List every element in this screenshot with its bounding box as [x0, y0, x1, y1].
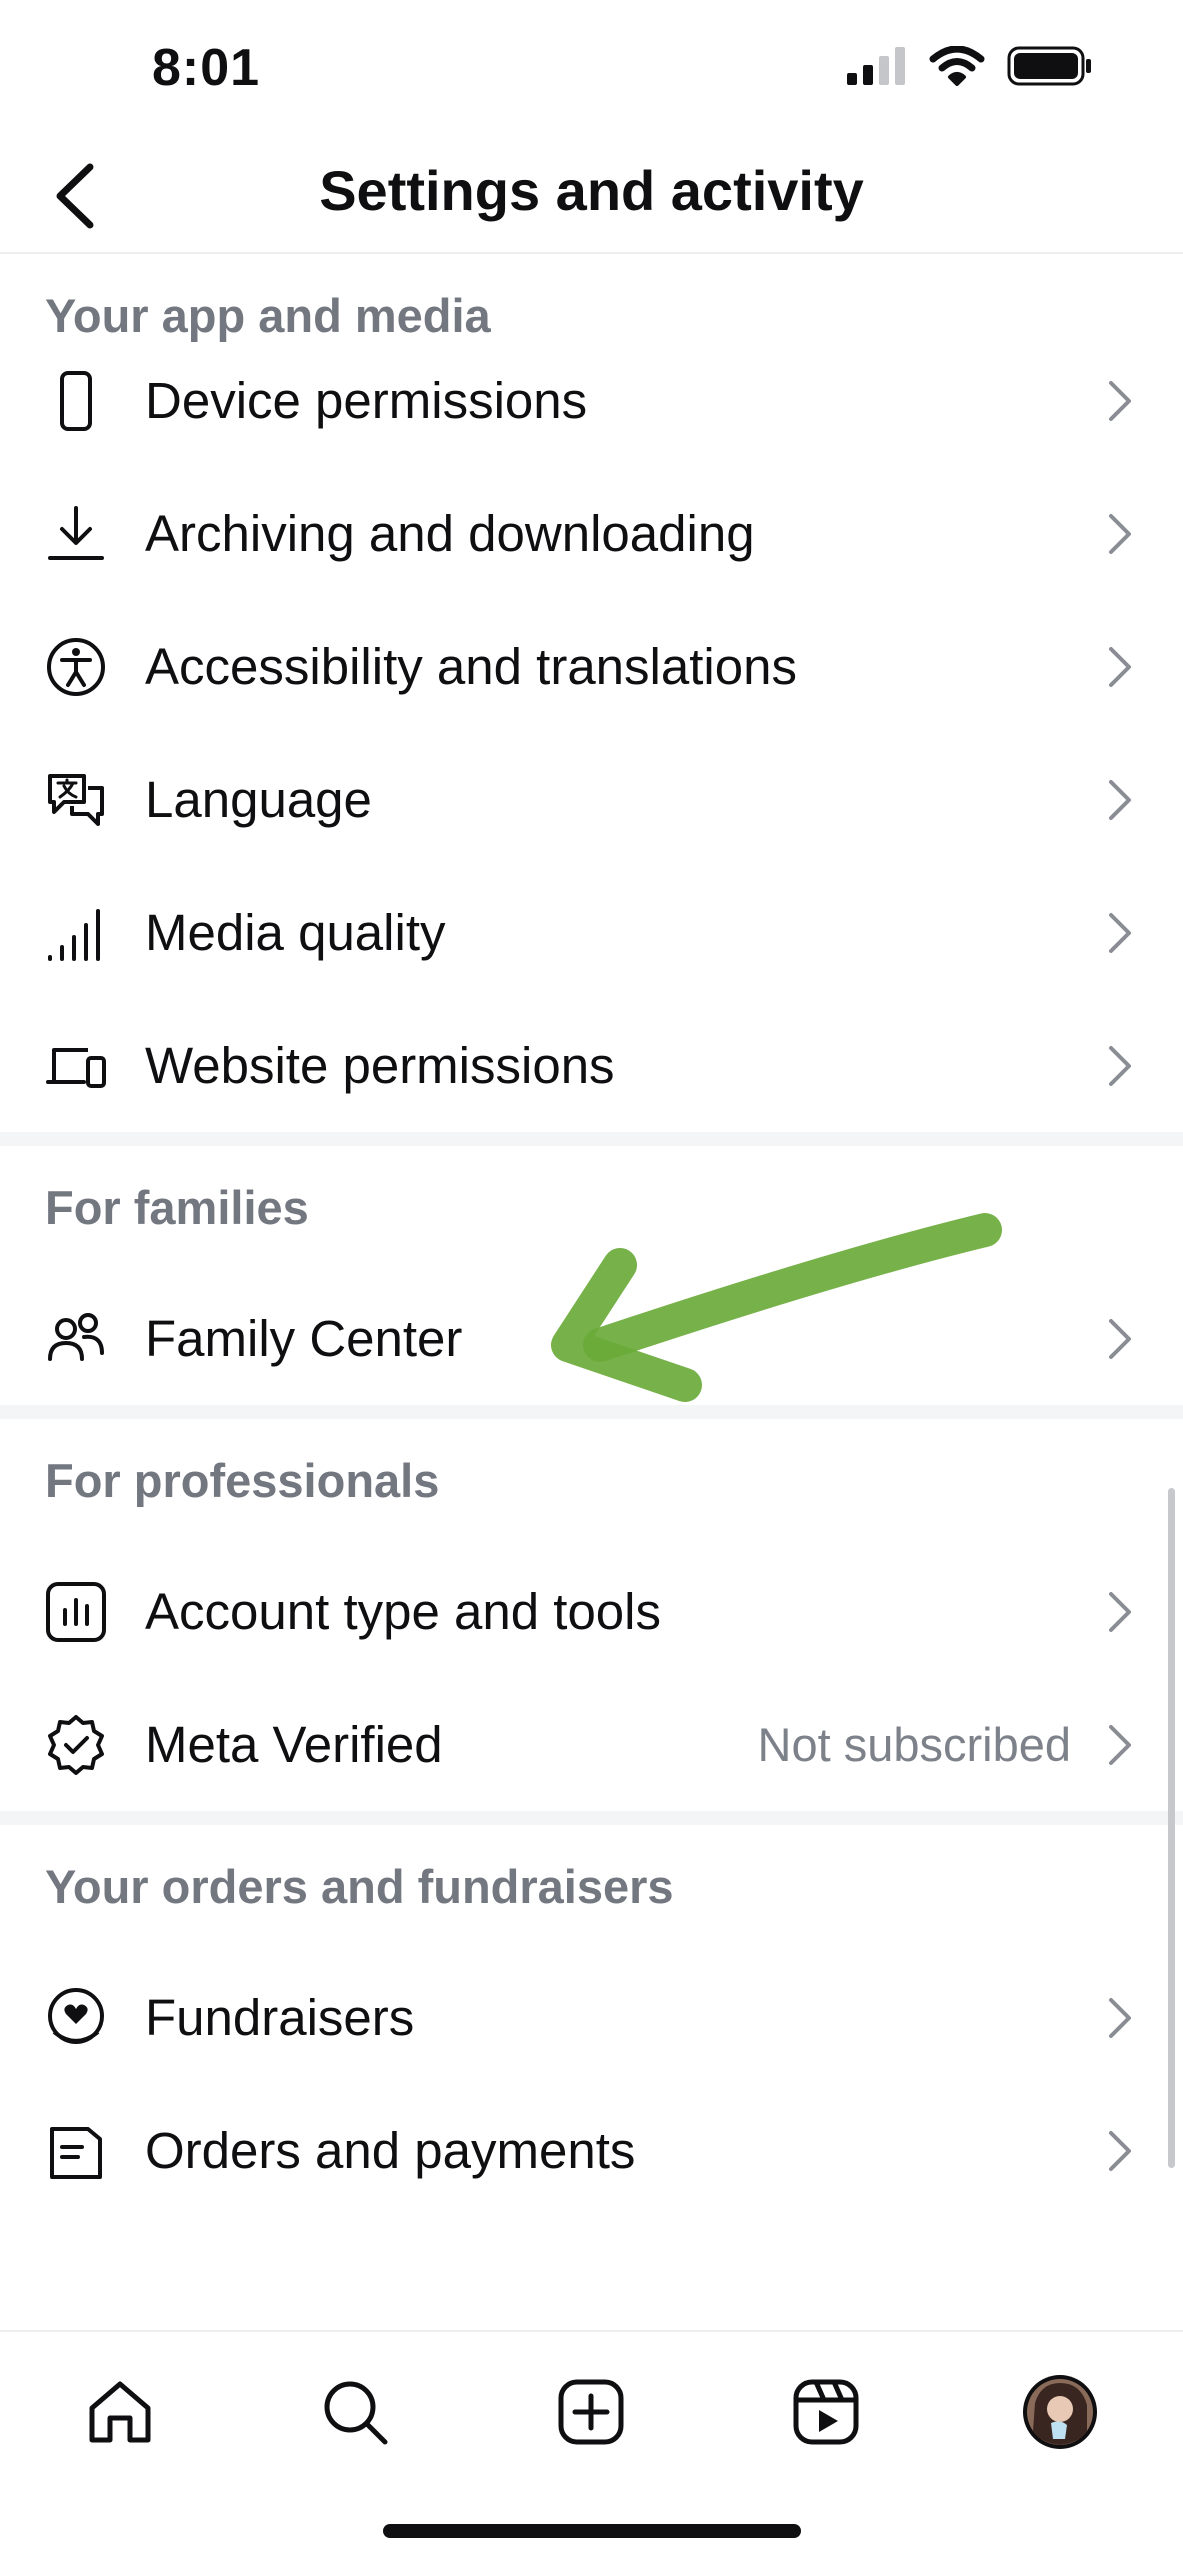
row-label: Account type and tools: [145, 1583, 662, 1640]
search-icon: [324, 2381, 388, 2445]
page-title: Settings and activity: [319, 159, 864, 222]
verified-badge-icon: [40, 1709, 112, 1781]
download-icon: [40, 498, 112, 570]
row-label: Device permissions: [145, 372, 588, 429]
chevron-right-icon: [1109, 1724, 1131, 1765]
section-divider: [0, 1405, 1183, 1419]
section-title: Your app and media: [45, 289, 491, 342]
section-title: Your orders and fundraisers: [45, 1860, 674, 1913]
bar-chart-icon: [40, 1576, 112, 1648]
status-icons: [847, 46, 1093, 86]
row-label: Orders and payments: [145, 2122, 636, 2179]
tab-home[interactable]: [70, 2362, 170, 2462]
receipt-icon: [40, 2115, 112, 2187]
family-center-row[interactable]: Family Center: [0, 1272, 1183, 1405]
device-permissions-row[interactable]: Device permissions: [0, 334, 1183, 467]
battery-icon: [1007, 46, 1091, 86]
row-label: Archiving and downloading: [145, 505, 755, 562]
wifi-icon: [929, 46, 985, 86]
profile-avatar: [1023, 2375, 1097, 2449]
section-title: For families: [45, 1181, 309, 1234]
row-label: Accessibility and translations: [145, 638, 797, 695]
create-icon: [558, 2379, 624, 2445]
navigation-bar: Settings and activity: [0, 140, 1183, 254]
language-row[interactable]: Language: [0, 733, 1183, 866]
tab-create[interactable]: [541, 2362, 641, 2462]
chevron-right-icon: [1109, 912, 1131, 953]
tab-reels[interactable]: [776, 2362, 876, 2462]
media-quality-row[interactable]: Media quality: [0, 866, 1183, 999]
orders-payments-row[interactable]: Orders and payments: [0, 2084, 1183, 2217]
row-label: Meta Verified: [145, 1716, 443, 1773]
chevron-right-icon: [1109, 1997, 1131, 2038]
account-type-tools-row[interactable]: Account type and tools: [0, 1545, 1183, 1678]
chevron-right-icon: [1109, 646, 1131, 687]
section-divider: [0, 1811, 1183, 1825]
home-indicator: [383, 2524, 801, 2538]
people-icon: [40, 1303, 112, 1375]
home-icon: [89, 2381, 151, 2443]
archiving-downloading-row[interactable]: Archiving and downloading: [0, 467, 1183, 600]
chevron-right-icon: [1109, 779, 1131, 820]
chevron-right-icon: [1109, 1318, 1131, 1359]
scrollbar[interactable]: [1168, 1488, 1175, 2168]
row-label: Website permissions: [145, 1037, 615, 1094]
section-title: For professionals: [45, 1454, 440, 1507]
laptop-phone-icon: [40, 1030, 112, 1102]
chevron-right-icon: [1109, 380, 1131, 421]
row-label: Language: [145, 771, 372, 828]
reels-icon: [793, 2379, 859, 2445]
phone-icon: [40, 365, 112, 437]
status-time: 8:01: [152, 39, 261, 97]
chevron-right-icon: [1109, 513, 1131, 554]
chevron-right-icon: [1109, 2130, 1131, 2171]
heart-coin-icon: [40, 1982, 112, 2054]
row-label: Fundraisers: [145, 1989, 415, 2046]
tab-profile[interactable]: [1010, 2362, 1110, 2462]
accessibility-icon: [40, 631, 112, 703]
settings-list: Your app and media Device permissions Ar…: [0, 254, 1183, 2217]
tab-search[interactable]: [305, 2362, 405, 2462]
chevron-right-icon: [1109, 1045, 1131, 1086]
cellular-signal-icon: [847, 47, 905, 85]
row-label: Media quality: [145, 904, 446, 961]
status-bar: 8:01: [0, 0, 1183, 140]
row-label: Family Center: [145, 1310, 463, 1367]
accessibility-translations-row[interactable]: Accessibility and translations: [0, 600, 1183, 733]
language-icon: [40, 764, 112, 836]
subscription-status: Not subscribed: [757, 1718, 1072, 1771]
fundraisers-row[interactable]: Fundraisers: [0, 1951, 1183, 2084]
chevron-right-icon: [1109, 1591, 1131, 1632]
section-divider: [0, 1132, 1183, 1146]
meta-verified-row[interactable]: Meta Verified Not subscribed: [0, 1678, 1183, 1811]
signal-bars-icon: [40, 897, 112, 969]
website-permissions-row[interactable]: Website permissions: [0, 999, 1183, 1132]
